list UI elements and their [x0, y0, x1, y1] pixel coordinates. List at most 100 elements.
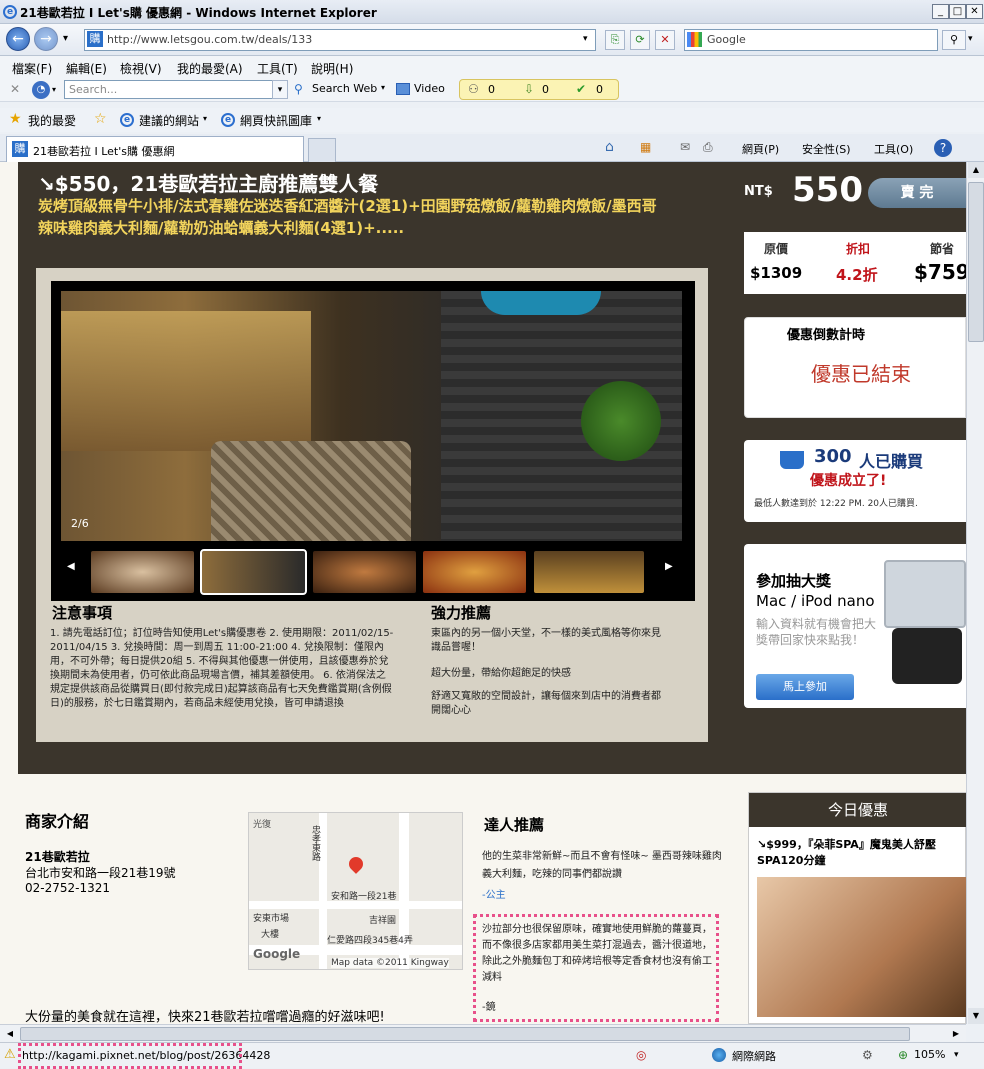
vertical-scroll-thumb[interactable]: [968, 182, 984, 342]
zoom-level[interactable]: 105%: [914, 1048, 945, 1061]
menu-edit[interactable]: 編輯(E): [66, 60, 107, 77]
ipod-image: [892, 628, 962, 684]
privacy-icon[interactable]: ◎: [636, 1048, 646, 1062]
merchant-phone: 02-2752-1321: [25, 881, 111, 895]
new-tab-button[interactable]: [308, 138, 336, 162]
umbrella: [481, 291, 601, 315]
internet-zone-icon: [712, 1048, 726, 1062]
favorites-star-icon[interactable]: ★: [9, 111, 22, 127]
address-dropdown-icon[interactable]: ▾: [583, 34, 588, 44]
search-web-dropdown-icon[interactable]: ▾: [381, 83, 385, 92]
maximize-button[interactable]: □: [949, 4, 966, 19]
check-icon: ✔: [576, 82, 587, 96]
restaurant-photo[interactable]: 2/6: [61, 291, 682, 541]
google-map-logo: Google: [253, 947, 301, 961]
close-toolbar-icon[interactable]: ✕: [10, 82, 20, 96]
toolbar-logo-icon[interactable]: ◔: [32, 81, 50, 99]
expert-author-1[interactable]: -公主: [482, 886, 506, 901]
mail-icon[interactable]: ✉: [680, 140, 690, 154]
scroll-down-icon[interactable]: ▼: [968, 1008, 984, 1024]
join-now-button[interactable]: 馬上參加: [756, 674, 854, 700]
buyers-note: 最低人數達到於 12:22 PM. 20人已購買.: [754, 499, 918, 509]
history-dropdown-icon[interactable]: ▾: [63, 33, 68, 44]
thumbnail-2[interactable]: [200, 549, 307, 595]
search-dropdown-icon[interactable]: ▾: [968, 34, 973, 44]
safety-menu[interactable]: 安全性(S): [802, 141, 851, 157]
suggested-sites-icon: e: [120, 113, 134, 127]
webslice-dropdown-icon[interactable]: ▾: [317, 114, 321, 123]
add-favorite-icon[interactable]: ☆: [94, 111, 107, 127]
home-icon[interactable]: ⌂: [605, 139, 614, 155]
back-button[interactable]: ←: [6, 27, 30, 51]
interior-window: [61, 311, 311, 451]
location-map[interactable]: 光復 安和路一段21巷 吉祥園 仁愛路四段345巷4弄 忠孝東路 安東市場 大樓…: [248, 812, 463, 970]
map-label-6: 安東市場: [253, 914, 290, 924]
recommend-2: 超大份量，帶給你超飽足的快感: [431, 668, 571, 679]
toolbar-search-dropdown[interactable]: ▾: [272, 80, 288, 99]
thumbnail-1[interactable]: [91, 551, 194, 593]
menu-help[interactable]: 說明(H): [311, 60, 353, 77]
feeds-icon[interactable]: ▦: [640, 140, 651, 154]
buyers-label: 人已購買: [859, 452, 924, 471]
help-icon[interactable]: ?: [934, 139, 952, 157]
zoom-icon: ⊕: [898, 1048, 909, 1062]
search-web-button[interactable]: Search Web: [312, 82, 377, 95]
toolbar-search-input[interactable]: Search...: [64, 80, 274, 99]
title-bar: e 21巷歐若拉 I Let's購 優惠網 - Windows Internet…: [0, 0, 984, 24]
map-label-3: 吉祥園: [369, 916, 397, 926]
favorites-button[interactable]: 我的最愛: [28, 112, 76, 129]
deal-success: 優惠成立了!: [810, 473, 887, 489]
sold-out-button[interactable]: 賣 完: [868, 178, 966, 208]
suggested-sites-link[interactable]: 建議的網站: [139, 112, 199, 129]
today-deal-text[interactable]: ↘$999，『朵菲SPA』魔鬼美人舒壓SPA120分鐘: [757, 837, 966, 869]
thumbnail-5[interactable]: [534, 551, 644, 593]
forward-button[interactable]: →: [34, 27, 58, 51]
tab-active[interactable]: 購 21巷歐若拉 I Let's購 優惠網: [6, 136, 304, 162]
toolbar-logo-dropdown-icon[interactable]: ▾: [52, 85, 56, 94]
expert-review-1: 他的生菜非常新鮮~而且不會有怪味~ 墨西哥辣味雞肉義大利麵，吃辣的同事們都說讚: [482, 851, 722, 880]
thumbs-next-icon[interactable]: ▶: [665, 561, 673, 572]
notes-text: 1. 請先電話訂位；訂位時告知使用Let's購優惠卷 2. 使用期限：2011/…: [50, 628, 394, 709]
internet-zone-label: 網際網路: [732, 1050, 776, 1063]
today-deal-card[interactable]: 今日優惠 ↘$999，『朵菲SPA』魔鬼美人舒壓SPA120分鐘: [748, 792, 966, 1024]
thumbnail-3[interactable]: [313, 551, 416, 593]
scroll-left-icon[interactable]: ◀: [2, 1026, 18, 1042]
print-icon[interactable]: ⎙: [703, 140, 713, 155]
vertical-scrollbar[interactable]: ▲ ▼: [966, 162, 984, 1024]
thumbnail-4[interactable]: [423, 551, 526, 593]
tab-favicon-icon: 購: [12, 141, 28, 157]
search-icon[interactable]: ⚲: [942, 30, 966, 50]
search-box[interactable]: Google: [684, 29, 938, 51]
menu-tools[interactable]: 工具(T): [257, 60, 298, 77]
video-button[interactable]: Video: [414, 82, 445, 95]
promo-card[interactable]: 參加抽大獎 Mac / iPod nano 輸入資料就有機會把大獎帶回家快來點我…: [744, 544, 966, 708]
recommend-3: 舒適又寬敞的空間設計，讓每個來到店中的消費者都開闊心心: [431, 691, 661, 716]
map-label-1: 光復: [253, 820, 272, 830]
tools-menu[interactable]: 工具(O): [874, 141, 913, 157]
stop-icon[interactable]: ✕: [655, 30, 675, 50]
menu-favorites[interactable]: 我的最愛(A): [177, 60, 243, 77]
horizontal-scroll-thumb[interactable]: [20, 1027, 910, 1041]
scroll-up-icon[interactable]: ▲: [968, 162, 984, 178]
refresh-icon[interactable]: ⟳: [630, 30, 650, 50]
menu-file[interactable]: 檔案(F): [12, 60, 52, 77]
suggested-dropdown-icon[interactable]: ▾: [203, 114, 207, 123]
close-window-button[interactable]: ✕: [966, 4, 983, 19]
discount-value: 4.2折: [836, 266, 878, 284]
map-attribution: Map data ©2011 Kingway: [331, 958, 449, 968]
scroll-right-icon[interactable]: ▶: [948, 1026, 964, 1042]
webslice-gallery-link[interactable]: 網頁快訊圖庫: [240, 112, 312, 129]
wicker-chairs: [211, 441, 411, 541]
search-placeholder: Google: [707, 33, 746, 46]
zoom-dropdown-icon[interactable]: ▾: [954, 1050, 959, 1060]
menu-view[interactable]: 檢視(V): [120, 60, 162, 77]
page-menu[interactable]: 網頁(P): [742, 141, 779, 157]
compat-view-icon[interactable]: ⎘: [605, 30, 625, 50]
thumbs-prev-icon[interactable]: ◀: [67, 561, 75, 572]
plants: [581, 381, 661, 461]
countdown-card: 優惠倒數計時 優惠已結束: [744, 317, 966, 418]
horizontal-scrollbar[interactable]: ◀ ▶: [0, 1024, 966, 1042]
protected-mode-icon[interactable]: ⚙: [862, 1048, 873, 1062]
address-bar[interactable]: 購 http://www.letsgou.com.tw/deals/133: [84, 29, 596, 51]
minimize-button[interactable]: _: [932, 4, 949, 19]
